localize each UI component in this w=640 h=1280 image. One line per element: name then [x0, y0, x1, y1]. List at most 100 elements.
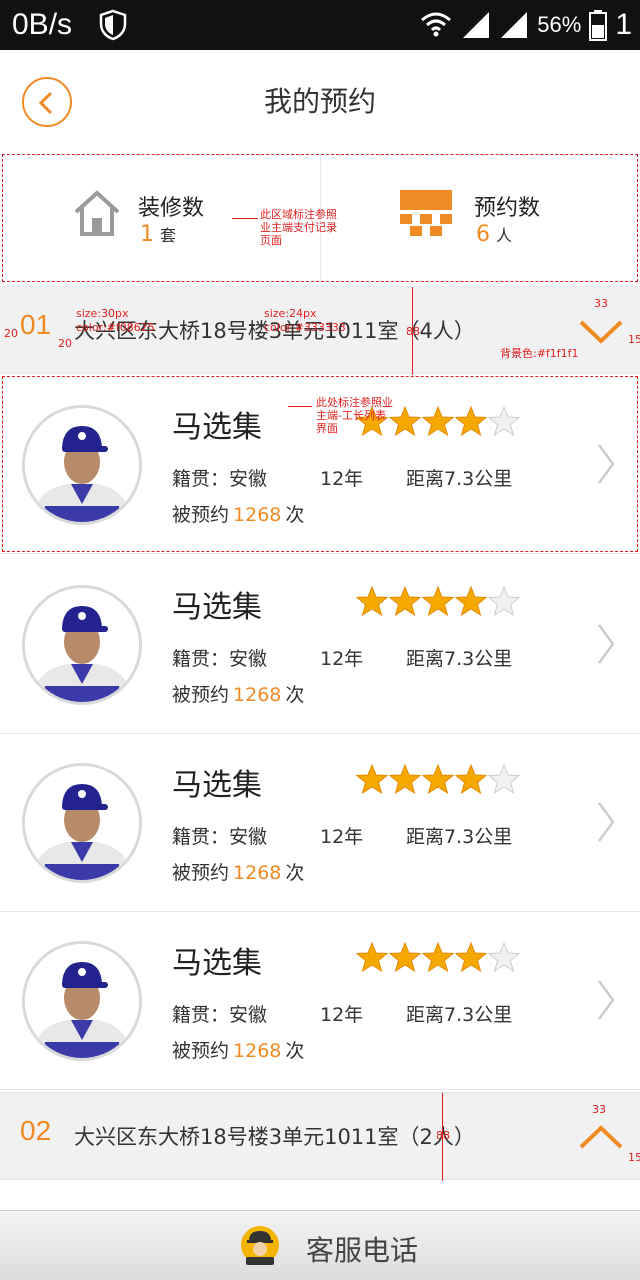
avatar	[22, 763, 142, 883]
back-button[interactable]	[22, 77, 72, 127]
star-empty-icon	[488, 942, 520, 972]
star-icon	[389, 942, 421, 972]
star-icon	[356, 942, 388, 972]
avatar	[22, 941, 142, 1061]
star-icon	[389, 586, 421, 616]
worker-booked: 被预约 1268 次	[172, 858, 304, 885]
booking-unit: 人	[496, 226, 513, 245]
star-icon	[389, 764, 421, 794]
address-number: 01	[20, 309, 52, 340]
chevron-right-icon	[597, 802, 615, 842]
worker-origin: 籍贯：安徽	[172, 1004, 268, 1026]
worker-card[interactable]: 马选集 籍贯：安徽 12年 距离7.3公里 被预约 1268 次 此处标注参照业 主…	[0, 376, 640, 554]
signal-icon-2	[501, 12, 528, 38]
booked-count: 1268	[233, 684, 282, 706]
worker-booked: 被预约 1268 次	[172, 500, 304, 527]
worker-card[interactable]: 马选集 籍贯：安徽 12年 距离7.3公里 被预约 1268 次	[0, 556, 640, 734]
booked-suffix: 次	[285, 504, 305, 526]
avatar	[22, 405, 142, 525]
booking-summary: 预约数 6人	[400, 184, 600, 254]
worker-distance: 距离7.3公里	[406, 468, 513, 490]
worker-photo-icon	[25, 766, 139, 880]
rating-stars	[356, 586, 520, 616]
customer-service-label: 客服电话	[306, 1234, 419, 1267]
chevron-right-icon	[597, 980, 615, 1020]
worker-years: 12年	[320, 1004, 364, 1026]
star-icon	[422, 942, 454, 972]
address-bar-02[interactable]: 02 大兴区东大桥18号楼3单元1011室（2人） 88 33 15	[0, 1092, 640, 1181]
decoration-count: 1	[140, 222, 154, 247]
star-icon	[455, 406, 487, 436]
chevron-left-icon	[38, 91, 53, 115]
worker-origin: 籍贯：安徽	[172, 468, 268, 490]
annotation-width: 15	[628, 1151, 640, 1164]
note-line: 业主端支付记录	[260, 221, 337, 234]
annotation-width: 20	[58, 337, 72, 350]
worker-name: 马选集	[172, 946, 262, 981]
annotation-height: 88	[436, 1129, 450, 1142]
booked-count: 1268	[233, 1040, 282, 1062]
booking-label: 预约数	[474, 196, 541, 221]
booked-suffix: 次	[285, 862, 305, 884]
battery-icon	[589, 10, 608, 41]
signal-icon	[463, 12, 490, 38]
annotation-size: size:30px	[76, 307, 129, 320]
avatar	[22, 585, 142, 705]
booked-suffix: 次	[285, 684, 305, 706]
annotation-arrow	[412, 287, 413, 375]
star-icon	[422, 406, 454, 436]
chevron-right-icon	[597, 444, 615, 484]
worker-name: 马选集	[172, 590, 262, 625]
booking-value: 6人	[476, 222, 512, 247]
annotation-height: 33	[594, 297, 608, 310]
header: 我的预约	[0, 50, 640, 154]
rating-stars	[356, 942, 520, 972]
page-title: 我的预约	[263, 85, 376, 118]
customer-service-bar[interactable]: 客服电话	[0, 1210, 640, 1280]
worker-logo-icon	[241, 1226, 279, 1265]
address-bar-01[interactable]: 01 大兴区东大桥18号楼3单元1011室（4人） size:30px colo…	[0, 286, 640, 375]
list-note: 此处标注参照业 主端-工长列表 界面	[316, 396, 393, 435]
star-icon	[455, 764, 487, 794]
star-icon	[356, 586, 388, 616]
chevron-right-icon	[597, 624, 615, 664]
chevron-down-icon[interactable]	[578, 317, 624, 345]
note-line: 此处标注参照业	[316, 396, 393, 409]
summary-panel: 装修数 1套 预约数 6人 此区域标注参照 业主端支付记录 页面	[0, 154, 640, 282]
decoration-value: 1套	[140, 222, 176, 247]
worker-distance: 距离7.3公里	[406, 826, 513, 848]
worker-origin: 籍贯：安徽	[172, 648, 268, 670]
star-icon	[422, 586, 454, 616]
rating-stars	[356, 764, 520, 794]
annotation-width: 20	[4, 327, 18, 340]
annotation-arrow	[442, 1093, 443, 1181]
star-icon	[455, 942, 487, 972]
note-line: 此区域标注参照	[260, 208, 337, 221]
worker-card[interactable]: 马选集 籍贯：安徽 12年 距离7.3公里 被预约 1268 次	[0, 912, 640, 1090]
worker-name: 马选集	[172, 768, 262, 803]
annotation-size: size:24px	[264, 307, 317, 320]
status-bar: 0B/s 56% 1	[0, 0, 640, 50]
decoration-label: 装修数	[138, 196, 205, 221]
star-icon	[389, 406, 421, 436]
star-icon	[356, 764, 388, 794]
star-icon	[455, 586, 487, 616]
annotation-color: color:#f08625	[76, 321, 155, 334]
wifi-icon	[421, 12, 452, 37]
worker-booked: 被预约 1268 次	[172, 1036, 304, 1063]
summary-note: 此区域标注参照 业主端支付记录 页面	[260, 208, 337, 247]
note-line: 界面	[316, 422, 338, 435]
address-number: 02	[20, 1115, 52, 1146]
worker-card[interactable]: 马选集 籍贯：安徽 12年 距离7.3公里 被预约 1268 次	[0, 734, 640, 912]
booked-prefix: 被预约	[172, 504, 230, 526]
worker-photo-icon	[25, 588, 139, 702]
booked-count: 1268	[233, 504, 282, 526]
decoration-summary: 装修数 1套	[72, 184, 272, 254]
chevron-up-icon[interactable]	[578, 1123, 624, 1151]
worker-name: 马选集	[172, 410, 262, 445]
worker-years: 12年	[320, 468, 364, 490]
shield-icon	[99, 9, 127, 41]
star-empty-icon	[488, 406, 520, 436]
worker-origin: 籍贯：安徽	[172, 826, 268, 848]
annotation-width: 15	[628, 333, 640, 346]
